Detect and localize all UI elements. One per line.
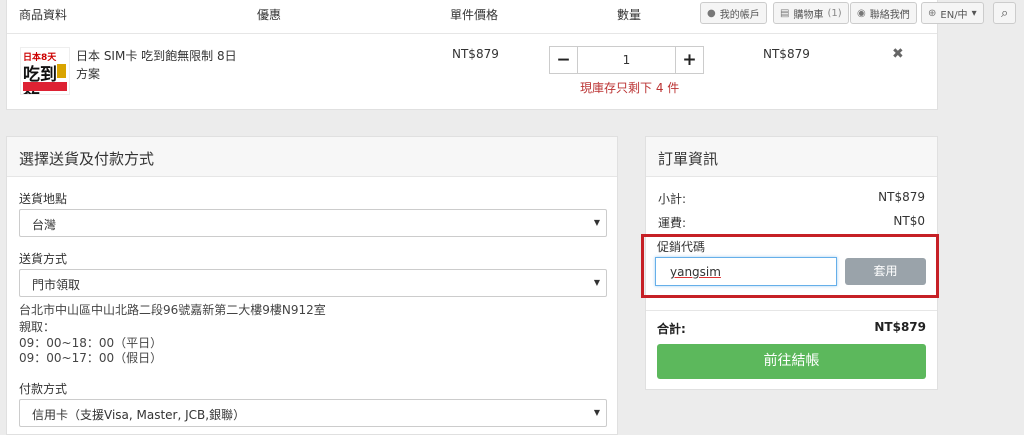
user-icon: ● [707,7,716,19]
chevron-down-icon: ▼ [593,278,600,287]
order-panel-title: 訂單資訊 [658,150,719,168]
cart-button[interactable]: ▤ 購物車 (1) [773,2,849,24]
column-unit-price: 單件價格 [450,8,499,22]
line-subtotal: NT$879 [763,47,810,61]
globe-icon: ⊕ [928,7,937,19]
chevron-down-icon: ▾ [971,7,977,19]
increase-quantity-button[interactable]: + [675,47,703,73]
quantity-input[interactable]: 1 [578,47,675,73]
shipping-fee-row: 運費: NT$0 [658,214,925,231]
product-name[interactable]: 日本 SIM卡 吃到飽無限制 8日 [76,47,237,64]
product-name-cont[interactable]: 方案 [76,65,100,82]
unit-price: NT$879 [452,47,499,61]
payment-method-label: 付款方式 [19,382,68,396]
contact-label: 聯絡我們 [869,9,910,21]
thumbnail-band [23,82,67,91]
apply-promo-button[interactable]: 套用 [845,258,926,285]
contact-button[interactable]: ◉ 聯絡我們 [850,2,917,24]
cart-count: (1) [827,7,842,19]
shipping-payment-panel: 選擇送貨及付款方式 送貨地點 台灣 ▼ 送貨方式 門市領取 ▼ 台北市中山區中山… [6,136,618,435]
shipping-fee-value: NT$0 [893,214,925,228]
promo-code-label: 促銷代碼 [657,240,706,254]
language-label: EN/中 [940,9,968,21]
order-panel-header: 訂單資訊 [646,137,937,177]
column-quantity: 數量 [617,8,642,22]
total-label: 合計: [657,322,686,336]
pickup-label: 親取： [19,320,56,334]
shipping-panel-title: 選擇送貨及付款方式 [19,150,155,168]
column-discount: 優惠 [257,8,282,22]
destination-select[interactable]: 台灣 ▼ [19,209,607,237]
column-product: 商品資料 [19,8,68,22]
delivery-method-value: 門市領取 [32,278,81,292]
shipping-fee-label: 運費: [658,216,687,230]
thumbnail-sim-icon [57,64,66,78]
search-button[interactable]: ⌕ [993,2,1017,24]
pickup-address: 台北市中山區中山北路二段96號嘉新第二大樓9樓N912室 [19,303,326,317]
promo-code-input[interactable]: yangsim [655,257,837,286]
pickup-hours-weekday: 09：00~18：00（平日） [19,336,163,350]
destination-label: 送貨地點 [19,192,68,206]
language-dropdown[interactable]: ⊕ EN/中 ▾ [921,2,984,24]
stock-note: 現庫存只剩下 4 件 [580,81,680,95]
destination-value: 台灣 [32,218,57,232]
chat-icon: ◉ [857,7,866,19]
chevron-down-icon: ▼ [593,408,600,417]
product-thumbnail[interactable]: 日本8天 吃到飽 [20,47,70,95]
payment-method-value: 信用卡（支援Visa, Master, JCB,銀聯） [32,408,246,422]
my-account-button[interactable]: ● 我的帳戶 [700,2,767,24]
delivery-method-select[interactable]: 門市領取 ▼ [19,269,607,297]
chevron-down-icon: ▼ [593,218,600,227]
promo-code-value: yangsim [670,265,721,279]
order-divider [646,310,937,311]
subtotal-row: 小計: NT$879 [658,190,925,207]
quantity-stepper: − 1 + [549,46,704,74]
delivery-method-label: 送貨方式 [19,252,68,266]
search-icon: ⌕ [1001,5,1009,21]
decrease-quantity-button[interactable]: − [550,47,578,73]
total-row: 合計: NT$879 [657,320,926,337]
total-value: NT$879 [874,320,926,334]
payment-method-select[interactable]: 信用卡（支援Visa, Master, JCB,銀聯） ▼ [19,399,607,427]
pickup-hours-holiday: 09：00~17：00（假日） [19,351,163,365]
remove-item-icon[interactable]: ✖ [892,46,904,62]
shipping-panel-header: 選擇送貨及付款方式 [7,137,617,177]
subtotal-value: NT$879 [878,190,925,204]
cart-label: 購物車 [793,9,824,21]
subtotal-label: 小計: [658,192,687,206]
my-account-label: 我的帳戶 [719,9,760,21]
cart-icon: ▤ [780,7,790,19]
checkout-button[interactable]: 前往結帳 [657,344,926,379]
